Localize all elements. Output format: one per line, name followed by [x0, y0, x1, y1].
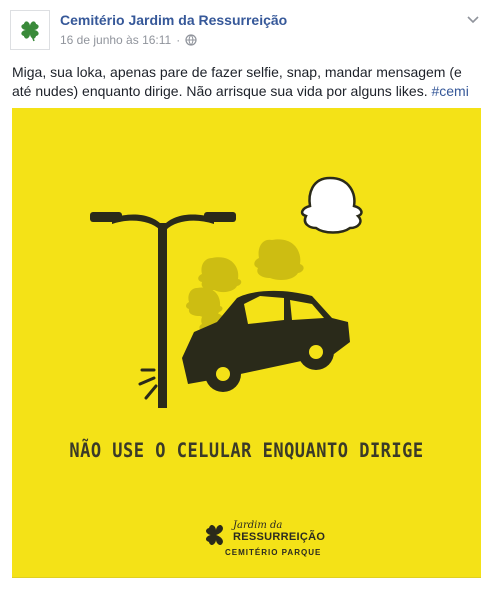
chevron-down-icon [467, 16, 479, 24]
post-text: Miga, sua loka, apenas pare de fazer sel… [12, 63, 484, 101]
clover-icon [21, 21, 39, 42]
logo-line3: CEMITÉRIO PARQUE [225, 548, 322, 557]
cemetery-logo: Jardim da RESSURREIÇÃO CEMITÉRIO PARQUE [195, 518, 325, 566]
globe-icon[interactable] [185, 34, 197, 46]
post-options-button[interactable] [465, 12, 481, 28]
headline-part1: NÃO USE O CELULAR [69, 439, 263, 463]
meta-separator: · [176, 33, 181, 47]
headline-part2: ENQUANTO DIRIGE [262, 439, 424, 463]
post-body: Miga, sua loka, apenas pare de fazer sel… [12, 64, 462, 99]
car-crash-illustration [90, 176, 363, 408]
hashtag-link[interactable]: #cemi [431, 83, 468, 99]
post-timestamp[interactable]: 16 de junho às 16:11 [60, 33, 171, 47]
page-avatar[interactable] [10, 10, 50, 50]
post-image[interactable]: NÃO USE O CELULAR ENQUANTO DIRIGE Jardim… [12, 108, 481, 578]
headline: NÃO USE O CELULAR ENQUANTO DIRIGE [12, 440, 481, 463]
page-name-link[interactable]: Cemitério Jardim da Ressurreição [60, 12, 287, 28]
snapchat-ghost [300, 176, 363, 234]
logo-line2: RESSURREIÇÃO [233, 531, 326, 543]
logo-clover-icon [206, 525, 223, 545]
logo-line1: Jardim da [233, 520, 283, 531]
facebook-post: Cemitério Jardim da Ressurreição 16 de j… [0, 0, 493, 589]
post-meta: 16 de junho às 16:11 · [60, 33, 197, 47]
